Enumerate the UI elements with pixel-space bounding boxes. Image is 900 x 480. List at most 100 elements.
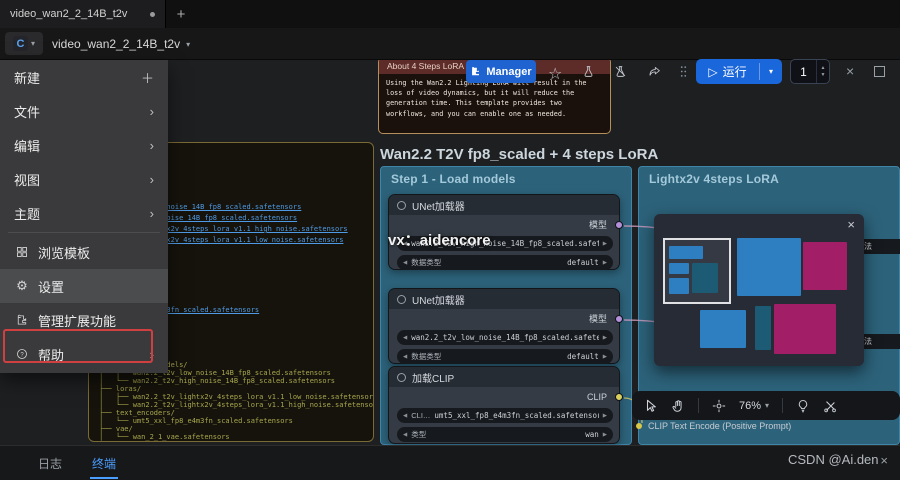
app-menu: 新建 ＋ 文件 › 编辑 › 视图 › 主题 › 浏览模板 ⚙ 设置 管理扩展功… [0,60,168,373]
tab-terminal[interactable]: 终端 [90,446,119,480]
minimap-node-rect [774,304,836,354]
node-collapse-icon[interactable] [397,294,406,304]
play-icon: ▷ [708,64,718,79]
plus-icon: ＋ [140,70,154,86]
combo-right-icon[interactable]: ▶ [603,241,607,247]
minimap-node-rect [692,263,718,293]
dtype-combo[interactable]: ◀ 数据类型 default ▶ [397,349,613,364]
pointer-tool-icon[interactable] [644,399,658,413]
star-icon[interactable]: ☆ [548,64,562,84]
dtype-combo[interactable]: ◀ 数据类型 default ▶ [397,255,613,270]
watermark-center: vx：aidencore [388,232,491,249]
model-output-port[interactable] [615,221,623,229]
combo-right-icon[interactable]: ▶ [603,354,607,360]
combo-left-icon[interactable]: ◀ [403,260,407,266]
file-tree-line: ├── loras/ [99,385,142,393]
minimap-node-rect [669,278,689,294]
menu-item-help[interactable]: ? 帮助 › [0,337,168,371]
node-header[interactable]: 加载CLIP [389,367,619,387]
menu-item-settings[interactable]: ⚙ 设置 [0,269,168,303]
workflow-name-dropdown[interactable]: video_wan2_2_14B_t2v ▾ [52,37,190,51]
run-button[interactable]: ▷ 运行 ▾ [696,59,782,84]
combo-left-icon[interactable]: ◀ [403,354,407,360]
menu-item-browse-templates[interactable]: 浏览模板 [0,235,168,269]
share-icon[interactable] [648,65,661,78]
node-collapse-icon[interactable] [397,200,406,210]
chevron-down-icon: ▾ [30,39,35,48]
node-title: UNet加载器 [412,295,465,307]
minimap[interactable]: × [654,214,864,366]
panel-close-icon[interactable]: × [880,453,888,468]
minimap-close-icon[interactable]: × [847,217,855,232]
clip-type-combo[interactable]: ◀ 类型 wan ▶ [397,427,613,442]
batch-count-stepper[interactable]: 1 ▲ ▼ [790,59,830,84]
combo-left-icon[interactable]: ◀ [403,432,407,438]
menu-item-theme[interactable]: 主题 › [0,196,168,230]
watermark-corner: CSDN @Ai.den [788,452,879,467]
menu-item-edit[interactable]: 编辑 › [0,128,168,162]
chevron-right-icon: › [149,171,154,187]
minimap-node-rect [700,310,746,348]
main-toolbar: C ▾ video_wan2_2_14B_t2v ▾ Manager ☆ ▷ 运… [0,28,900,84]
flask-icon[interactable] [582,65,595,78]
file-tree-line: ├── vae/ [99,425,133,433]
menu-item-new[interactable]: 新建 ＋ [0,60,168,94]
node-collapse-icon[interactable] [397,372,406,382]
file-tree-line: │ ├── wan2.2_t2v_lightx2v_4steps_lora_v1… [99,393,374,401]
node-unet-loader-2[interactable]: UNet加载器 模型 ◀ wan2.2_t2v_low_noise_14B_fp… [388,288,623,364]
node-output-model: 模型 [389,311,623,326]
file-tree-line: │ └── wan2.2_t2v_lightx2v_4steps_lora_v1… [99,401,374,409]
minimap-node-rect [669,263,689,274]
manager-button[interactable]: Manager [466,60,536,83]
menu-item-view[interactable]: 视图 › [0,162,168,196]
file-tree-line: │ └── umt5_xxl_fp8_e4m3fn_scaled.safeten… [99,417,293,425]
fit-view-icon[interactable] [712,399,726,413]
combo-left-icon[interactable]: ◀ [403,413,407,419]
drag-handle-icon[interactable] [680,65,687,78]
combo-right-icon[interactable]: ▶ [603,260,607,266]
node-header[interactable]: UNet加载器 [389,195,619,215]
minimap-node-rect [755,306,771,350]
combo-right-icon[interactable]: ▶ [603,432,607,438]
main-group-title[interactable]: Wan2.2 T2V fp8_scaled + 4 steps LoRA [380,146,658,163]
menu-item-manage-extensions[interactable]: 管理扩展功能 [0,303,168,337]
templates-icon [14,246,30,258]
toolbar-divider [698,398,699,413]
combo-right-icon[interactable]: ▶ [603,413,607,419]
zoom-level-dropdown[interactable]: 76% ▾ [739,400,769,412]
stepper-up-icon[interactable]: ▲ [821,65,826,71]
maximize-icon[interactable] [874,66,885,77]
node-header[interactable]: UNet加载器 [389,289,619,309]
node-title: 加载CLIP [412,373,455,385]
workflow-tab-bar: video_wan2_2_14B_t2v + [0,0,900,28]
tab-logs[interactable]: 日志 [36,446,64,480]
menu-divider [8,232,160,233]
combo-right-icon[interactable]: ▶ [603,335,607,341]
new-tab-button[interactable]: + [166,0,196,28]
menu-item-file[interactable]: 文件 › [0,94,168,128]
unsaved-dot-icon[interactable] [150,11,155,17]
combo-left-icon[interactable]: ◀ [403,335,407,341]
minimap-viewport[interactable] [663,238,731,304]
model-output-port[interactable] [615,315,623,323]
group-title: Step 1 - Load models [391,172,516,186]
close-icon[interactable]: × [846,63,854,79]
stepper-down-icon[interactable]: ▼ [821,72,826,78]
clip-name-combo[interactable]: ◀ CLI… umt5_xxl_fp8_e4m3fn_scaled.safete… [397,408,613,423]
node-clip-loader[interactable]: 加载CLIP CLIP ◀ CLI… umt5_xxl_fp8_e4m3fn_s… [388,366,623,444]
workflow-tab[interactable]: video_wan2_2_14B_t2v [0,0,166,28]
unet-name-combo[interactable]: ◀ wan2.2_t2v_low_noise_14B_fp8_scaled.sa… [397,330,613,345]
chevron-right-icon: › [149,103,154,119]
lightbulb-icon[interactable] [796,399,810,413]
app-menu-button[interactable]: C ▾ [5,32,43,55]
gear-icon: ⚙ [16,278,28,293]
file-tree-line: ├── text_encoders/ [99,409,175,417]
minimap-node-rect [803,242,847,290]
link-cut-icon[interactable] [823,399,837,413]
run-options-chevron-icon[interactable]: ▾ [760,59,782,84]
clip-output-port[interactable] [615,393,623,401]
flask-off-icon[interactable] [614,65,627,78]
node-color-dot [636,423,642,429]
pan-hand-icon[interactable] [671,399,685,413]
canvas-toolbar: 76% ▾ [632,391,900,420]
